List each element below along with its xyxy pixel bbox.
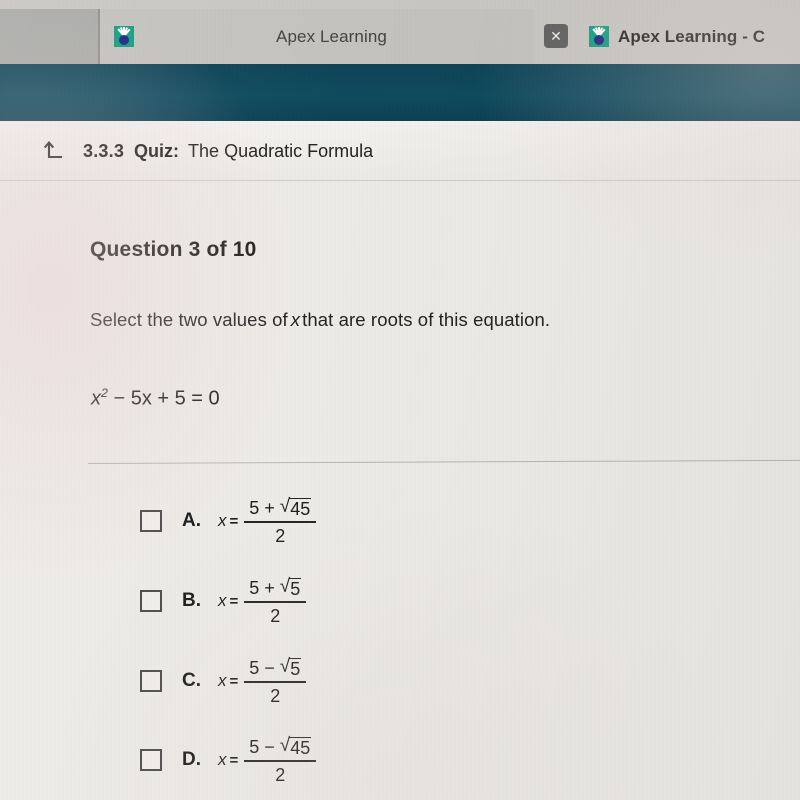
numerator-sign: − — [264, 736, 275, 757]
formula-lhs: x — [218, 511, 227, 530]
answer-option-a[interactable]: A. x = 5 + √ 45 2 — [140, 495, 317, 547]
apex-favicon — [589, 26, 609, 47]
formula-equals: = — [229, 592, 239, 610]
site-header-band — [0, 64, 800, 121]
prompt-text-after: that are roots of this equation. — [302, 309, 551, 330]
browser-tab-apex-learning-secondary[interactable]: Apex Learning - C — [575, 9, 800, 64]
question-content-area: Question 3 of 10 Select the two values o… — [0, 181, 800, 800]
prompt-text-before: Select the two values of — [90, 309, 288, 330]
browser-tab-title: Apex Learning — [276, 26, 387, 46]
square-root: √ 45 — [280, 496, 312, 519]
formula-equals: = — [229, 672, 239, 690]
answer-letter-a: A. — [182, 510, 201, 531]
answer-option-d[interactable]: D. x = 5 − √ 45 2 — [140, 734, 317, 786]
browser-tab-title: Apex Learning - C — [618, 26, 766, 46]
quadratic-equation: x2 − 5x + 5 = 0 — [91, 386, 220, 411]
fraction-denominator: 2 — [275, 525, 286, 546]
formula-equals: = — [229, 512, 239, 530]
fraction-numerator: 5 + √ 45 — [244, 496, 316, 521]
browser-tab-apex-learning[interactable]: Apex Learning — [100, 9, 534, 64]
equation-base: x — [91, 387, 101, 410]
answer-letter-c: C. — [182, 670, 201, 691]
quiz-header-bar: 3.3.3 Quiz: The Quadratic Formula — [0, 121, 800, 181]
fraction-numerator: 5 − √ 45 — [244, 735, 316, 760]
answer-letter-d: D. — [182, 749, 201, 770]
answer-checkbox-c[interactable] — [140, 670, 162, 692]
fraction-denominator: 2 — [270, 685, 281, 706]
answer-option-b[interactable]: B. x = 5 + √ 5 2 — [140, 575, 307, 627]
fraction-denominator: 2 — [275, 764, 286, 785]
tab-partial-previous[interactable] — [0, 9, 100, 64]
formula-equals: = — [229, 751, 239, 769]
numerator-sign: + — [264, 497, 275, 518]
apex-favicon — [114, 26, 134, 47]
fraction-denominator: 2 — [270, 605, 281, 626]
fraction-numerator: 5 − √ 5 — [244, 656, 306, 681]
square-root: √ 5 — [280, 576, 302, 599]
browser-tab-strip: Apex Learning ✕ Apex Learning - C — [0, 0, 800, 64]
numerator-first-term: 5 — [249, 497, 260, 518]
fraction: 5 + √ 5 2 — [244, 576, 307, 626]
lesson-number: 3.3.3 — [83, 140, 125, 161]
back-up-arrow-icon[interactable] — [42, 138, 68, 164]
answer-checkbox-a[interactable] — [140, 510, 162, 532]
formula-lhs: x — [218, 591, 227, 610]
numerator-sign: + — [264, 577, 275, 598]
fraction-numerator: 5 + √ 5 — [244, 576, 306, 601]
numerator-first-term: 5 — [249, 657, 260, 678]
section-divider — [87, 459, 800, 464]
question-prompt: Select the two values of x that are roots … — [90, 309, 550, 331]
radicand: 5 — [289, 577, 302, 599]
answer-formula-b: x = 5 + √ 5 2 — [218, 576, 307, 626]
square-root: √ 5 — [280, 656, 302, 679]
square-root: √ 45 — [280, 735, 312, 758]
prompt-variable: x — [290, 309, 301, 330]
answer-formula-a: x = 5 + √ 45 2 — [218, 496, 317, 546]
radicand: 45 — [289, 497, 312, 519]
formula-lhs: x — [218, 671, 227, 690]
close-tab-button[interactable]: ✕ — [544, 24, 568, 48]
radicand: 45 — [289, 736, 312, 758]
activity-type-label: Quiz: — [134, 140, 180, 161]
radicand: 5 — [289, 657, 302, 679]
answer-checkbox-b[interactable] — [140, 590, 162, 612]
equation-exponent: 2 — [101, 386, 108, 400]
answer-option-c[interactable]: C. x = 5 − √ 5 2 — [140, 655, 307, 707]
answer-letter-b: B. — [182, 590, 201, 611]
question-counter-heading: Question 3 of 10 — [90, 238, 257, 261]
formula-lhs: x — [218, 750, 227, 769]
fraction: 5 − √ 45 2 — [244, 735, 317, 785]
fraction: 5 − √ 5 2 — [244, 656, 307, 706]
answer-checkbox-d[interactable] — [140, 749, 162, 771]
answer-formula-d: x = 5 − √ 45 2 — [218, 735, 317, 785]
equation-rest-text: − 5x + 5 = 0 — [113, 387, 220, 410]
numerator-first-term: 5 — [249, 577, 260, 598]
activity-title: The Quadratic Formula — [188, 140, 374, 161]
fraction: 5 + √ 45 2 — [244, 496, 317, 546]
numerator-first-term: 5 — [249, 736, 260, 757]
answer-formula-c: x = 5 − √ 5 2 — [218, 656, 307, 706]
numerator-sign: − — [264, 657, 275, 678]
